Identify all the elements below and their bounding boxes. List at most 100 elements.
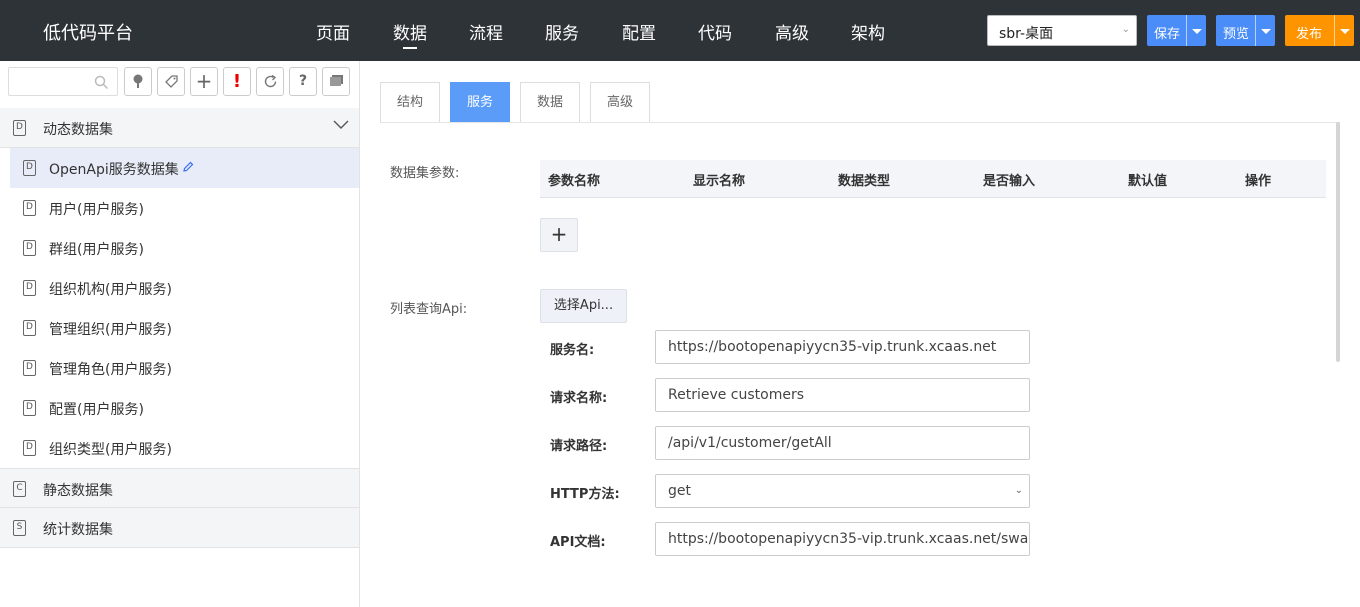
search-icon (94, 75, 109, 90)
preview-button[interactable]: 预览 (1216, 15, 1275, 46)
list-item-label: 用户(用户服务) (49, 202, 144, 218)
http-method-value: get (668, 483, 691, 499)
nav-active-indicator (403, 47, 417, 49)
column-header: 参数名称 (548, 174, 601, 189)
tab-data[interactable]: 数据 (520, 82, 580, 123)
nav-item-code[interactable]: 代码 (698, 19, 732, 44)
api-doc-field[interactable]: https://bootopenapiyycn35-vip.trunk.xcaa… (655, 522, 1030, 556)
project-select-value: sbr-桌面 (999, 26, 1054, 42)
chevron-down-icon: ⌄ (1121, 24, 1130, 35)
dataset-s-icon: S (13, 520, 26, 536)
publish-dropdown-icon[interactable] (1334, 15, 1354, 46)
group-static-datasets[interactable]: C 静态数据集 (0, 468, 359, 508)
column-header: 操作 (1245, 174, 1272, 189)
list-item-label: 组织类型(用户服务) (49, 442, 172, 458)
list-item[interactable]: D 管理组织(用户服务) (10, 308, 359, 348)
dataset-d-icon: D (23, 320, 36, 336)
list-item-label: 群组(用户服务) (49, 242, 144, 258)
list-item[interactable]: D 组织机构(用户服务) (10, 268, 359, 308)
column-header: 是否输入 (983, 174, 1036, 189)
dataset-d-icon: D (13, 120, 26, 136)
alert-icon[interactable]: ! (223, 67, 251, 96)
column-header: 默认值 (1128, 174, 1168, 189)
tab-divider (380, 122, 1340, 123)
service-name-value: https://bootopenapiyycn35-vip.trunk.xcaa… (668, 339, 997, 355)
chevron-down-icon: ⌄ (1014, 485, 1023, 496)
folder-icon[interactable] (322, 67, 350, 96)
nav-item-flow[interactable]: 流程 (469, 19, 503, 44)
request-path-label: 请求路径: (550, 439, 608, 454)
http-method-label: HTTP方法: (550, 487, 620, 502)
dataset-d-icon: D (23, 440, 36, 456)
dataset-d-icon: D (23, 240, 36, 256)
list-item-openapi-dataset[interactable]: D OpenApi服务数据集 (10, 148, 359, 188)
brand-title: 低代码平台 (43, 23, 133, 44)
list-api-label: 列表查询Api: (390, 302, 468, 317)
http-method-select[interactable]: get ⌄ (655, 474, 1030, 508)
scrollbar[interactable] (1336, 122, 1340, 362)
list-item-label: 管理角色(用户服务) (49, 362, 172, 378)
tag-icon[interactable] (157, 67, 185, 96)
list-item[interactable]: D 群组(用户服务) (10, 228, 359, 268)
save-button-label: 保存 (1154, 27, 1181, 42)
request-path-field[interactable]: /api/v1/customer/getAll (655, 426, 1030, 460)
left-panel: + ! ? D 动态数据集 D OpenApi服务数据集 D 用户(用户服务) … (0, 61, 360, 607)
nav-item-config[interactable]: 配置 (622, 19, 656, 44)
request-name-label: 请求名称: (550, 391, 608, 406)
nav-item-pages[interactable]: 页面 (316, 19, 350, 44)
preview-button-label: 预览 (1223, 27, 1250, 42)
add-icon[interactable]: + (190, 67, 218, 96)
service-name-label: 服务名: (550, 343, 595, 358)
api-doc-value: https://bootopenapiyycn35-vip.trunk.xcaa… (668, 531, 1030, 547)
tab-structure[interactable]: 结构 (380, 82, 440, 123)
nav-item-data[interactable]: 数据 (393, 19, 427, 44)
dataset-c-icon: C (13, 481, 26, 497)
list-item[interactable]: D 用户(用户服务) (10, 188, 359, 228)
publish-button-label: 发布 (1296, 27, 1323, 42)
preview-dropdown-icon[interactable] (1255, 15, 1275, 46)
list-item-label: OpenApi服务数据集 (49, 162, 179, 178)
tree-icon[interactable] (124, 67, 152, 96)
group-label: 动态数据集 (43, 122, 113, 138)
list-item[interactable]: D 组织类型(用户服务) (10, 428, 359, 468)
dataset-d-icon: D (23, 160, 36, 176)
refresh-icon[interactable] (256, 67, 284, 96)
request-name-value: Retrieve customers (668, 387, 805, 403)
tab-service[interactable]: 服务 (450, 82, 510, 123)
list-item[interactable]: D 管理角色(用户服务) (10, 348, 359, 388)
nav-item-architecture[interactable]: 架构 (851, 19, 885, 44)
list-item[interactable]: D 配置(用户服务) (10, 388, 359, 428)
publish-button[interactable]: 发布 (1285, 15, 1354, 46)
nav-item-advanced[interactable]: 高级 (775, 19, 809, 44)
help-icon[interactable]: ? (289, 67, 317, 96)
list-item-label: 管理组织(用户服务) (49, 322, 172, 338)
column-header: 数据类型 (838, 174, 891, 189)
top-bar: 低代码平台 页面 数据 流程 服务 配置 代码 高级 架构 sbr-桌面 ⌄ 保… (0, 0, 1360, 61)
nav-item-service[interactable]: 服务 (545, 19, 579, 44)
save-dropdown-icon[interactable] (1186, 15, 1206, 46)
group-label: 静态数据集 (43, 483, 113, 499)
tab-advanced[interactable]: 高级 (590, 82, 650, 123)
save-button[interactable]: 保存 (1147, 15, 1206, 46)
params-label: 数据集参数: (390, 166, 460, 181)
select-api-button[interactable]: 选择Api... (540, 289, 627, 323)
service-name-field[interactable]: https://bootopenapiyycn35-vip.trunk.xcaa… (655, 330, 1030, 364)
dataset-d-icon: D (23, 360, 36, 376)
request-path-value: /api/v1/customer/getAll (668, 435, 832, 451)
dataset-d-icon: D (23, 200, 36, 216)
chevron-down-icon[interactable] (333, 120, 349, 130)
request-name-field[interactable]: Retrieve customers (655, 378, 1030, 412)
column-header: 显示名称 (693, 174, 746, 189)
project-select[interactable]: sbr-桌面 ⌄ (987, 15, 1137, 46)
list-item-label: 组织机构(用户服务) (49, 282, 172, 298)
add-param-button[interactable]: + (540, 218, 578, 252)
group-label: 统计数据集 (43, 522, 113, 538)
params-table-header: 参数名称 显示名称 数据类型 是否输入 默认值 操作 (540, 160, 1326, 198)
dataset-d-icon: D (23, 280, 36, 296)
api-doc-label: API文档: (550, 535, 606, 550)
dataset-d-icon: D (23, 400, 36, 416)
search-input[interactable] (8, 67, 118, 96)
edit-pencil-icon[interactable] (182, 161, 194, 173)
group-dynamic-datasets[interactable]: D 动态数据集 (0, 108, 359, 148)
group-stat-datasets[interactable]: S 统计数据集 (0, 508, 359, 548)
